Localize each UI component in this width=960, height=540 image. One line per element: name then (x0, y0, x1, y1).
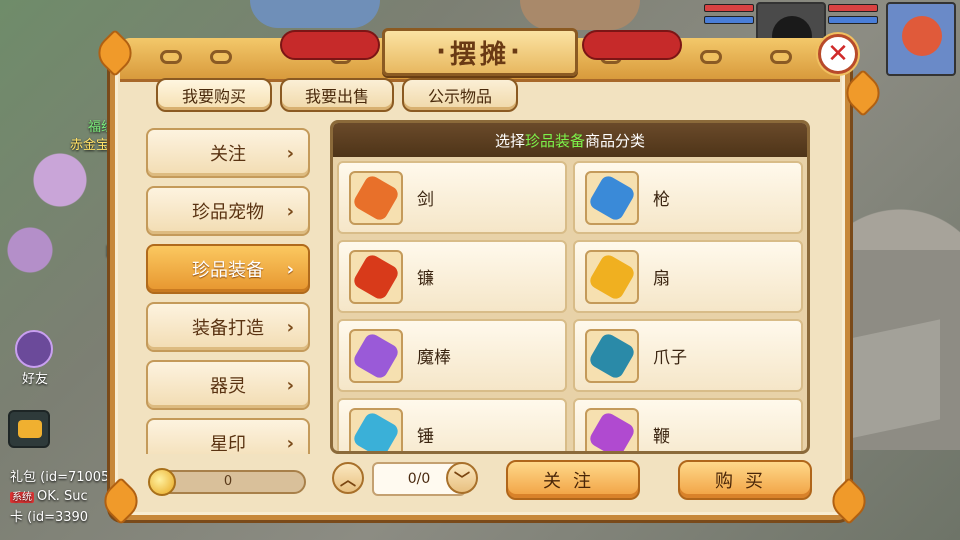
chevron-right-icon: › (286, 259, 294, 280)
friends-button[interactable]: 好友 (10, 330, 58, 387)
category-rare-equipment[interactable]: 珍品装备 › (146, 244, 310, 294)
chevron-right-icon: › (286, 143, 294, 164)
tab-sell[interactable]: 我要出售 (280, 78, 394, 112)
item-category-grid: 选择 珍品装备 商品分类 剑 枪 镰 扇 魔棒 爪子 锤 鞭 (330, 120, 810, 454)
chevron-up-icon: ︿ (339, 470, 356, 489)
page-down-button[interactable]: ﹀ (446, 462, 478, 494)
npc-name-label: 赤金宝 (70, 138, 110, 153)
tab-public-items[interactable]: 公示物品 (402, 78, 518, 112)
chat-line: 礼包 (id=71005 (10, 470, 110, 485)
item-wand[interactable]: 魔棒 (337, 319, 567, 392)
item-grid: 剑 枪 镰 扇 魔棒 爪子 锤 鞭 (333, 157, 807, 451)
friends-icon (15, 330, 53, 368)
red-ribbon-ornament (582, 30, 682, 60)
spear-icon (585, 170, 639, 225)
category-rare-pets[interactable]: 珍品宠物 › (146, 186, 310, 236)
close-button[interactable]: ✕ (818, 34, 858, 74)
tab-buy[interactable]: 我要购买 (156, 78, 272, 112)
sword-icon (349, 170, 403, 225)
claw-icon (585, 328, 639, 383)
grid-header: 选择 珍品装备 商品分类 (333, 123, 807, 157)
category-list[interactable]: 关注 › 珍品宠物 › 珍品装备 › 装备打造 › 器灵 › 星印 › (146, 128, 310, 454)
friends-label: 好友 (22, 372, 49, 387)
close-icon: ✕ (827, 39, 849, 69)
coin-value: 0 (223, 474, 233, 489)
item-scythe[interactable]: 镰 (337, 240, 567, 313)
category-star-seal[interactable]: 星印 › (146, 418, 310, 454)
chevron-right-icon: › (286, 433, 294, 454)
category-artifact-spirit[interactable]: 器灵 › (146, 360, 310, 410)
chevron-right-icon: › (286, 201, 294, 222)
category-follow[interactable]: 关注 › (146, 128, 310, 178)
category-equipment-forge[interactable]: 装备打造 › (146, 302, 310, 352)
chat-line: 卡 (id=3390 (10, 510, 89, 525)
whip-icon (585, 407, 639, 451)
player-avatar[interactable] (886, 2, 956, 76)
cloud-ornament-icon (770, 50, 792, 64)
buy-button[interactable]: 购买 (678, 460, 812, 500)
item-claw[interactable]: 爪子 (573, 319, 803, 392)
cloud-ornament-icon (160, 50, 182, 64)
item-whip[interactable]: 鞭 (573, 398, 803, 451)
scythe-icon (349, 249, 403, 304)
window-title: · 摆摊 · (382, 28, 578, 76)
cloud-ornament-icon (700, 50, 722, 64)
item-hammer[interactable]: 锤 (337, 398, 567, 451)
chevron-right-icon: › (286, 317, 294, 338)
system-badge: 系统 (10, 492, 34, 503)
chevron-down-icon: ﹀ (453, 470, 470, 489)
hammer-icon (349, 407, 403, 451)
wand-icon (349, 328, 403, 383)
follow-button[interactable]: 关注 (506, 460, 640, 500)
coin-balance: 0 (148, 468, 306, 496)
page-up-button[interactable]: ︿ (332, 462, 364, 494)
red-ribbon-ornament (280, 30, 380, 60)
item-fan[interactable]: 扇 (573, 240, 803, 313)
player-avatar-icon (902, 16, 942, 56)
background-roof (250, 0, 380, 28)
chevron-right-icon: › (286, 375, 294, 396)
background-roof (520, 0, 640, 30)
chat-bubble-icon (18, 420, 42, 438)
item-spear[interactable]: 枪 (573, 161, 803, 234)
item-sword[interactable]: 剑 (337, 161, 567, 234)
chat-button[interactable] (8, 410, 50, 448)
background-building (840, 319, 940, 441)
fan-icon (585, 249, 639, 304)
cloud-ornament-icon (210, 50, 232, 64)
chat-line: 系统 OK. Suc (10, 489, 88, 504)
